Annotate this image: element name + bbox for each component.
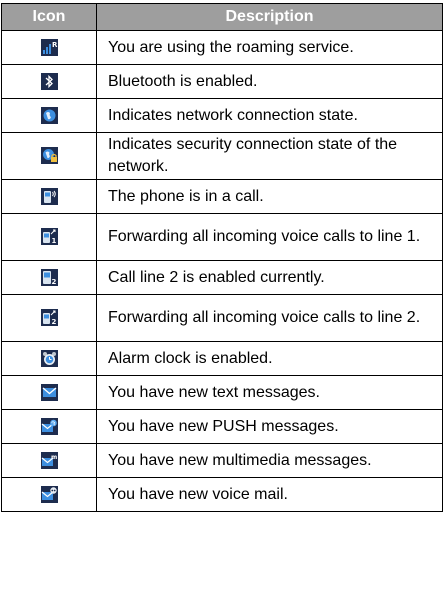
svg-text:2: 2 [51,318,56,326]
forward-line1-icon: 1 [40,228,58,246]
forward-line2-icon: 2 [40,309,58,327]
multimedia-message-icon: m [40,451,58,469]
table-row: You have new PUSH messages. [1,409,443,444]
table-row: m You have new multimedia messages. [1,443,443,478]
table-row: Bluetooth is enabled. [1,64,443,99]
svg-text:2: 2 [51,278,56,286]
alarm-clock-icon [40,349,58,367]
svg-text:R: R [52,41,58,49]
row-description: Forwarding all incoming voice calls to l… [96,294,443,342]
voice-mail-icon [40,485,58,503]
svg-text:1: 1 [51,237,56,245]
table-row: 2 Call line 2 is enabled currently. [1,260,443,295]
row-description: You have new voice mail. [96,477,443,512]
table-row: Alarm clock is enabled. [1,341,443,376]
row-description: Call line 2 is enabled currently. [96,260,443,295]
svg-text:m: m [51,454,57,461]
push-message-icon [40,417,58,435]
row-description: The phone is in a call. [96,179,443,214]
row-description: Forwarding all incoming voice calls to l… [96,213,443,261]
header-description: Description [96,3,443,31]
call-line2-icon: 2 [40,268,58,286]
table-row: 2 Forwarding all incoming voice calls to… [1,294,443,342]
table-row: Indicates security connection state of t… [1,132,443,180]
row-description: You have new PUSH messages. [96,409,443,444]
row-description: You have new multimedia messages. [96,443,443,478]
row-description: You are using the roaming service. [96,30,443,65]
text-message-icon [40,383,58,401]
row-description: You have new text messages. [96,375,443,410]
row-description: Indicates security connection state of t… [96,132,443,180]
icon-description-table: Icon Description R You are using the roa… [1,3,443,512]
table-row: You have new text messages. [1,375,443,410]
table-header-row: Icon Description [1,3,443,31]
network-globe-icon [40,106,58,124]
row-description: Alarm clock is enabled. [96,341,443,376]
header-icon: Icon [1,3,97,31]
row-description: Indicates network connection state. [96,98,443,133]
table-row: R You are using the roaming service. [1,30,443,65]
table-row: You have new voice mail. [1,477,443,512]
table-row: 1 Forwarding all incoming voice calls to… [1,213,443,261]
row-description: Bluetooth is enabled. [96,64,443,99]
roaming-signal-icon: R [40,38,58,56]
secure-network-globe-icon [40,147,58,165]
bluetooth-icon [40,72,58,90]
table-row: The phone is in a call. [1,179,443,214]
table-row: Indicates network connection state. [1,98,443,133]
phone-in-call-icon [40,187,58,205]
